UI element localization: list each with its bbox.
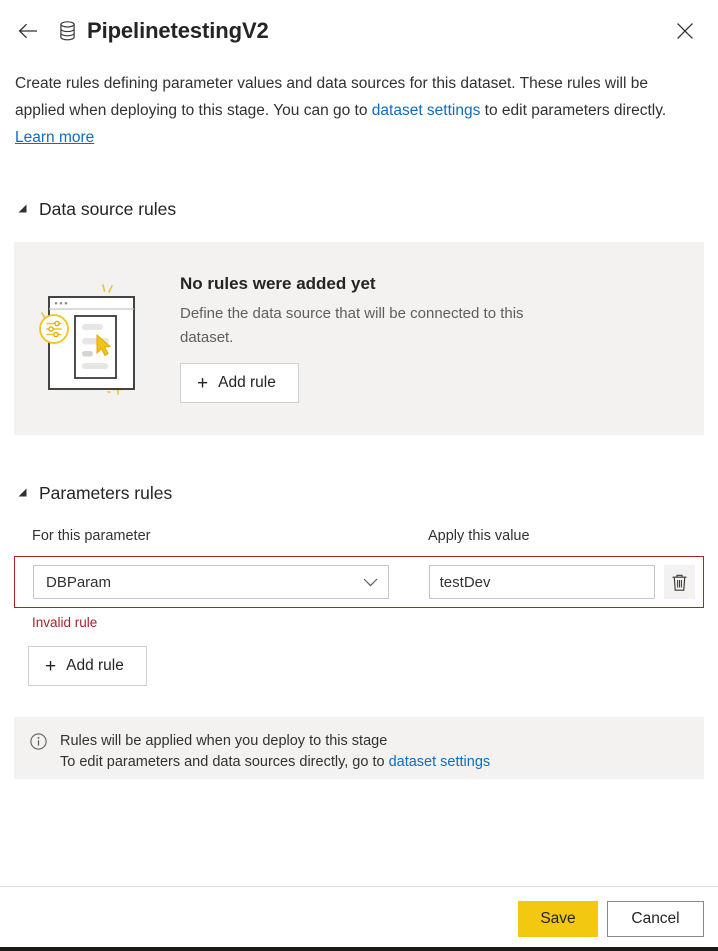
info-line-1: Rules will be applied when you deploy to… [60, 733, 388, 749]
database-icon [56, 19, 78, 43]
parameters-rules-area: For this parameter Apply this value DBPa… [14, 528, 704, 779]
plus-icon: + [197, 372, 209, 394]
add-rule-label: Add rule [66, 657, 124, 674]
data-source-rules-title: Data source rules [39, 199, 177, 219]
data-source-empty-state: No rules were added yet Define the data … [14, 242, 704, 435]
empty-state-title: No rules were added yet [180, 274, 376, 293]
parameter-value-input[interactable] [428, 565, 655, 599]
info-line-2-prefix: To edit parameters and data sources dire… [60, 754, 389, 770]
info-dataset-settings-link[interactable]: dataset settings [389, 754, 491, 770]
parameter-select-value: DBParam [46, 573, 112, 591]
dataset-settings-link[interactable]: dataset settings [372, 102, 481, 119]
parameters-rules-section-header[interactable]: Parameters rules [14, 483, 704, 504]
info-line-2: To edit parameters and data sources dire… [60, 752, 490, 773]
cancel-button[interactable]: Cancel [607, 901, 704, 937]
add-parameter-rule-button[interactable]: + Add rule [28, 646, 147, 686]
info-banner-text: Rules will be applied when you deploy to… [60, 731, 490, 770]
rule-error-message: Invalid rule [32, 615, 98, 630]
caret-expanded-icon [18, 488, 27, 497]
close-icon [677, 23, 693, 39]
panel-footer: Save Cancel [0, 886, 718, 951]
parameter-select[interactable]: DBParam [33, 565, 389, 599]
parameter-rule-row: DBParam [14, 556, 704, 608]
parameters-rules-title: Parameters rules [39, 483, 173, 503]
empty-state-subtitle: Define the data source that will be conn… [180, 305, 524, 346]
close-button[interactable] [670, 16, 700, 46]
caret-expanded-icon [18, 204, 27, 213]
bottom-edge-bar [0, 947, 718, 951]
delete-rule-button[interactable] [663, 565, 695, 599]
no-rules-illustration [39, 283, 135, 395]
save-button[interactable]: Save [518, 901, 598, 937]
panel-description: Create rules defining parameter values a… [15, 70, 699, 151]
back-arrow-icon [18, 23, 37, 39]
back-button[interactable] [14, 16, 44, 46]
chevron-down-icon [363, 578, 378, 586]
plus-icon: + [45, 655, 57, 677]
info-circle-icon [30, 733, 47, 750]
deployment-rules-panel: PipelinetestingV2 Create rules defining … [0, 0, 718, 951]
page-title: PipelinetestingV2 [87, 18, 269, 43]
data-source-rules-section-header[interactable]: Data source rules [14, 199, 704, 220]
empty-state-text: No rules were added yet Define the data … [180, 274, 560, 403]
description-part2: to edit parameters directly. [480, 102, 667, 119]
column-header-value: Apply this value [428, 528, 530, 544]
info-banner: Rules will be applied when you deploy to… [14, 717, 704, 779]
panel-header: PipelinetestingV2 [0, 0, 718, 52]
learn-more-link[interactable]: Learn more [15, 129, 94, 146]
trash-icon [672, 574, 687, 591]
panel-body: Create rules defining parameter values a… [0, 52, 718, 886]
parameters-column-headers: For this parameter Apply this value [14, 528, 704, 544]
add-data-source-rule-button[interactable]: + Add rule [180, 363, 299, 403]
add-rule-label: Add rule [218, 374, 276, 391]
column-header-parameter: For this parameter [32, 528, 151, 544]
